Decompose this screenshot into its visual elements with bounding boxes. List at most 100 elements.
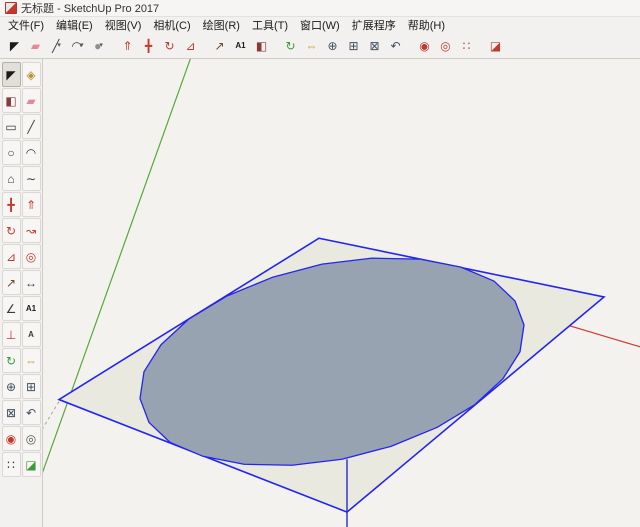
walk-tool-icon: ∷ bbox=[462, 38, 471, 53]
scale-tool[interactable]: ⊿ bbox=[1, 244, 21, 269]
offset-tool-icon: ◎ bbox=[25, 249, 37, 264]
zoom-extents-tool[interactable]: ⊠ bbox=[1, 400, 21, 425]
look-around-tool[interactable]: ◎ bbox=[21, 426, 41, 451]
line-tool[interactable]: ╱ ▾ bbox=[46, 34, 67, 57]
viewport-canvas[interactable] bbox=[43, 59, 640, 527]
look-around-tool-icon: ◎ bbox=[440, 38, 451, 53]
tape-measure-tool-icon: ↗ bbox=[214, 38, 225, 53]
follow-me-tool[interactable]: ↝ bbox=[21, 218, 41, 243]
polygon-tool-icon: ⌂ bbox=[7, 171, 15, 186]
eraser-tool[interactable]: ▰ bbox=[25, 34, 46, 57]
paint-bucket-tool-icon: ◧ bbox=[255, 38, 268, 53]
axes-tool-icon: ⊥ bbox=[5, 327, 17, 342]
top-toolbar: ◤ ▰ ╱ ▾ ◠ ▾ ● ▾ ⇑ ╋ ↻ ⊿ ↗ A1 ◧ ↻ ⇔ ⊕ ⊞ ⊠ ↶ ◉ ◎ ∷ ◪ bbox=[0, 33, 640, 59]
paint-bucket-tool-icon: ◧ bbox=[5, 93, 17, 108]
rotate-tool[interactable]: ↻ bbox=[1, 218, 21, 243]
dropdown-arrow-icon[interactable]: ▾ bbox=[80, 42, 84, 49]
shapes-tool[interactable]: ● ▾ bbox=[88, 34, 109, 57]
walk-tool[interactable]: ∷ bbox=[1, 452, 21, 477]
paint-bucket-tool[interactable]: ◧ bbox=[251, 34, 272, 57]
freehand-tool[interactable]: ∼ bbox=[21, 166, 41, 191]
zoom-window-tool-icon: ⊞ bbox=[348, 38, 359, 53]
zoom-extents-tool-icon: ⊠ bbox=[5, 405, 17, 420]
section-plane-tool[interactable]: ◪ bbox=[485, 34, 506, 57]
look-around-tool[interactable]: ◎ bbox=[435, 34, 456, 57]
menu-bar: 文件(F) 编辑(E) 视图(V) 相机(C) 绘图(R) 工具(T) 窗口(W) 扩展程序帮… bbox=[0, 17, 640, 33]
text-tool[interactable]: A1 bbox=[230, 34, 251, 57]
menu-camera[interactable]: 相机(C) bbox=[147, 16, 196, 34]
menu-tools[interactable]: 工具(T) bbox=[246, 16, 294, 34]
move-tool-icon: ╋ bbox=[144, 38, 153, 53]
dimension-tool-icon: ↔ bbox=[25, 275, 37, 290]
line-tool[interactable]: ╱ bbox=[21, 114, 41, 139]
push-pull-tool-icon: ⇑ bbox=[25, 197, 37, 212]
protractor-tool[interactable]: ∠ bbox=[1, 296, 21, 321]
menu-help[interactable]: 帮助(H) bbox=[402, 16, 451, 34]
3d-text-tool[interactable]: A bbox=[21, 322, 41, 347]
orbit-tool[interactable]: ↻ bbox=[1, 348, 21, 373]
pan-tool[interactable]: ⇔ bbox=[301, 34, 322, 57]
protractor-tool-icon: ∠ bbox=[5, 301, 17, 316]
tape-measure-tool[interactable]: ↗ bbox=[209, 34, 230, 57]
position-camera-tool-icon: ◉ bbox=[5, 431, 17, 446]
make-component-tool-icon: ◈ bbox=[26, 67, 36, 82]
walk-tool[interactable]: ∷ bbox=[456, 34, 477, 57]
walk-tool-icon: ∷ bbox=[7, 457, 15, 472]
zoom-tool[interactable]: ⊕ bbox=[1, 374, 21, 399]
section-plane-tool-icon: ◪ bbox=[25, 457, 37, 472]
menu-extensions[interactable]: 扩展程序 bbox=[346, 16, 402, 34]
menu-view[interactable]: 视图(V) bbox=[99, 16, 148, 34]
previous-view-tool[interactable]: ↶ bbox=[21, 400, 41, 425]
push-pull-tool[interactable]: ⇑ bbox=[21, 192, 41, 217]
arc-tool[interactable]: ◠ bbox=[21, 140, 41, 165]
dimension-tool[interactable]: ↔ bbox=[21, 270, 41, 295]
scale-tool-icon: ⊿ bbox=[185, 38, 196, 53]
axes-tool[interactable]: ⊥ bbox=[1, 322, 21, 347]
make-component-tool[interactable]: ◈ bbox=[21, 62, 41, 87]
zoom-window-tool[interactable]: ⊞ bbox=[21, 374, 41, 399]
sketchup-window: 无标题 - SketchUp Pro 2017 文件(F) 编辑(E) 视图(V) 相… bbox=[0, 0, 640, 527]
previous-view-tool[interactable]: ↶ bbox=[385, 34, 406, 57]
position-camera-tool[interactable]: ◉ bbox=[414, 34, 435, 57]
circle-tool-icon: ○ bbox=[7, 145, 15, 160]
previous-view-tool-icon: ↶ bbox=[25, 405, 37, 420]
circle-tool[interactable]: ○ bbox=[1, 140, 21, 165]
move-tool-icon: ╋ bbox=[7, 197, 15, 212]
move-tool[interactable]: ╋ bbox=[138, 34, 159, 57]
text-tool-icon: A1 bbox=[25, 303, 37, 313]
select-tool[interactable]: ◤ bbox=[1, 62, 21, 87]
zoom-extents-tool[interactable]: ⊠ bbox=[364, 34, 385, 57]
line-tool-icon: ╱ bbox=[27, 119, 35, 134]
offset-tool[interactable]: ◎ bbox=[21, 244, 41, 269]
select-tool[interactable]: ◤ bbox=[4, 34, 25, 57]
rotate-tool-icon: ↻ bbox=[164, 38, 175, 53]
pan-tool[interactable]: ⇔ bbox=[21, 348, 41, 373]
push-pull-tool[interactable]: ⇑ bbox=[117, 34, 138, 57]
arc-tool[interactable]: ◠ ▾ bbox=[67, 34, 88, 57]
eraser-tool[interactable]: ▰ bbox=[21, 88, 41, 113]
text-tool-icon: A1 bbox=[235, 40, 246, 50]
menu-window[interactable]: 窗口(W) bbox=[294, 16, 346, 34]
zoom-tool[interactable]: ⊕ bbox=[322, 34, 343, 57]
rotate-tool[interactable]: ↻ bbox=[159, 34, 180, 57]
section-plane-tool[interactable]: ◪ bbox=[21, 452, 41, 477]
menu-file[interactable]: 文件(F) bbox=[2, 16, 50, 34]
paint-bucket-tool[interactable]: ◧ bbox=[1, 88, 21, 113]
orbit-tool[interactable]: ↻ bbox=[280, 34, 301, 57]
sketchup-app-icon bbox=[5, 2, 17, 14]
position-camera-tool[interactable]: ◉ bbox=[1, 426, 21, 451]
dropdown-arrow-icon[interactable]: ▾ bbox=[57, 42, 61, 49]
text-tool[interactable]: A1 bbox=[21, 296, 41, 321]
window-title: 无标题 - SketchUp Pro 2017 bbox=[21, 3, 160, 15]
toolbar-separator bbox=[201, 37, 209, 55]
dropdown-arrow-icon[interactable]: ▾ bbox=[99, 42, 103, 49]
move-tool[interactable]: ╋ bbox=[1, 192, 21, 217]
zoom-window-tool[interactable]: ⊞ bbox=[343, 34, 364, 57]
menu-edit[interactable]: 编辑(E) bbox=[50, 16, 99, 34]
tape-measure-tool[interactable]: ↗ bbox=[1, 270, 21, 295]
menu-draw[interactable]: 绘图(R) bbox=[197, 16, 246, 34]
scale-tool[interactable]: ⊿ bbox=[180, 34, 201, 57]
polygon-tool[interactable]: ⌂ bbox=[1, 166, 21, 191]
viewport[interactable] bbox=[43, 59, 640, 527]
rectangle-tool[interactable]: ▭ bbox=[1, 114, 21, 139]
